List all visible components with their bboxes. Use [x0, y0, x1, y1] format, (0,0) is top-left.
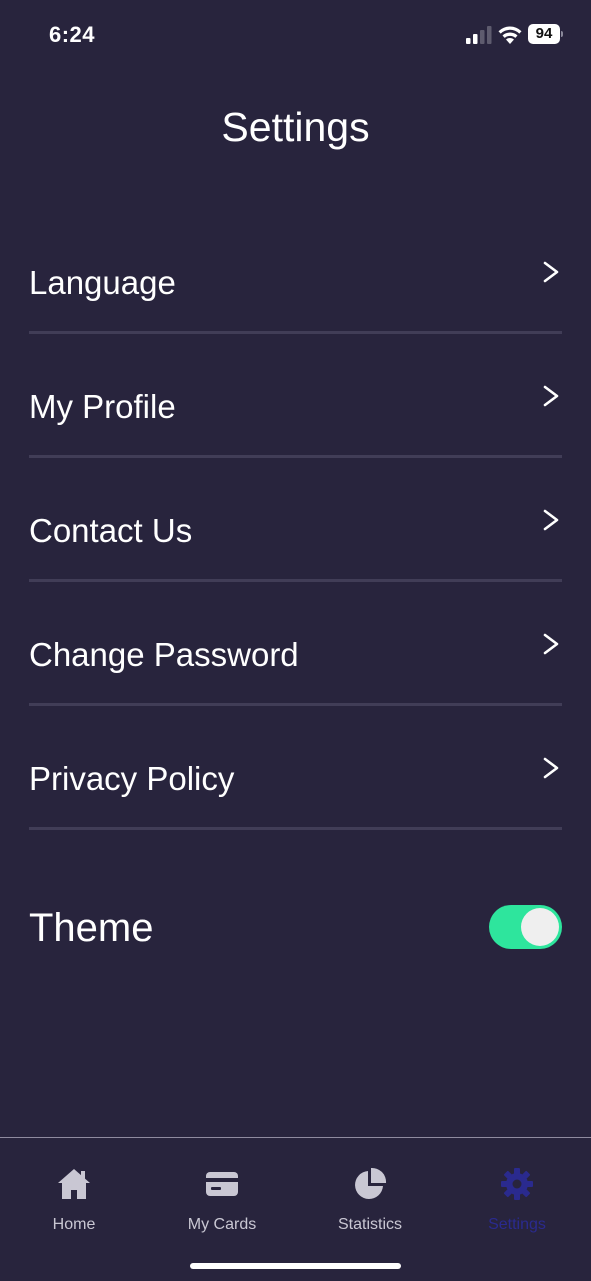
wifi-icon: [498, 26, 522, 44]
settings-list: Language My Profile Contact Us Change Pa…: [29, 210, 562, 830]
settings-item-label: Privacy Policy: [29, 760, 235, 797]
settings-item-language[interactable]: Language: [29, 210, 562, 334]
status-time: 6:24: [49, 22, 96, 47]
battery-level: 94: [528, 24, 560, 44]
home-indicator: [190, 1263, 401, 1269]
settings-item-label: My Profile: [29, 388, 176, 425]
theme-row: Theme: [29, 890, 562, 964]
home-icon: [58, 1169, 90, 1199]
battery-tip: [561, 31, 563, 37]
tab-label: Statistics: [337, 1216, 402, 1233]
tab-settings[interactable]: Settings: [443, 1166, 591, 1246]
tab-label: Settings: [488, 1216, 546, 1233]
chevron-right-icon: [543, 509, 559, 531]
pie-chart-icon: [355, 1167, 387, 1199]
settings-item-privacy-policy[interactable]: Privacy Policy: [29, 706, 562, 830]
tab-my-cards[interactable]: My Cards: [148, 1166, 296, 1246]
tab-home[interactable]: Home: [0, 1166, 148, 1246]
chevron-right-icon: [543, 385, 559, 407]
battery-icon: 94: [528, 24, 563, 44]
settings-item-label: Change Password: [29, 636, 299, 673]
settings-item-my-profile[interactable]: My Profile: [29, 334, 562, 458]
chevron-right-icon: [543, 261, 559, 283]
page-title: Settings: [221, 104, 370, 150]
settings-item-label: Language: [29, 264, 176, 301]
theme-label: Theme: [29, 906, 154, 950]
chevron-right-icon: [543, 757, 559, 779]
gear-icon: [501, 1168, 533, 1200]
theme-toggle[interactable]: [489, 905, 562, 949]
settings-item-change-password[interactable]: Change Password: [29, 582, 562, 706]
tab-statistics[interactable]: Statistics: [296, 1166, 444, 1246]
tab-bar: Home My Cards Statistics Settings: [0, 1137, 591, 1281]
toggle-knob: [521, 908, 559, 946]
settings-item-contact-us[interactable]: Contact Us: [29, 458, 562, 582]
tab-label: Home: [52, 1216, 96, 1233]
card-icon: [206, 1172, 238, 1196]
chevron-right-icon: [543, 633, 559, 655]
settings-item-label: Contact Us: [29, 512, 193, 549]
status-bar: 6:24 94: [0, 0, 591, 70]
signal-icon: [466, 26, 492, 44]
tab-label: My Cards: [187, 1216, 257, 1233]
